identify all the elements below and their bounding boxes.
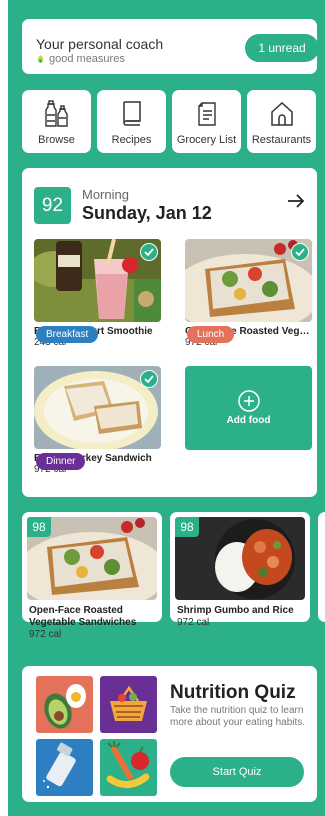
- recommendation-card[interactable]: 98 Open-Face Roasted Vegetable Sandwiche…: [22, 512, 162, 640]
- logged-check-icon: [291, 243, 309, 261]
- start-quiz-button[interactable]: Start Quiz: [170, 757, 304, 787]
- nav-browse[interactable]: Browse: [22, 90, 91, 153]
- nav-label-restaurants: Restaurants: [251, 134, 312, 146]
- meal-tile-dinner[interactable]: Dinner Brian's Turkey Sandwich 972 cal: [34, 366, 161, 475]
- recipe-name: Open-Face Roasted Vegetable Sandwiches: [29, 605, 137, 628]
- nav-label-browse: Browse: [38, 134, 75, 146]
- meal-time: Morning: [82, 187, 129, 202]
- quiz-description: Take the nutrition quiz to learn more ab…: [170, 705, 306, 728]
- plus-circle-icon: [237, 390, 260, 412]
- app-screen: Your personal coach good measures 1 unre…: [8, 0, 325, 816]
- quiz-title: Nutrition Quiz: [170, 682, 296, 703]
- day-card: 92 Morning Sunday, Jan 12 Breakfast Smoo…: [22, 168, 317, 497]
- meal-tile-lunch[interactable]: Lunch Open-Face Roasted Vege… 972 cal: [185, 239, 312, 348]
- recipe-name: Shrimp Gumbo and Rice: [177, 605, 294, 616]
- add-food-button[interactable]: Add food: [185, 366, 312, 450]
- nav-recipes[interactable]: Recipes: [97, 90, 166, 153]
- brand-name: good measures: [49, 53, 125, 65]
- recipe-calories: 972 cal: [177, 617, 210, 628]
- recipe-calories: 972 cal: [29, 629, 62, 640]
- coach-card[interactable]: Your personal coach good measures 1 unre…: [22, 19, 319, 74]
- unread-button[interactable]: 1 unread: [245, 34, 319, 62]
- list-icon: [197, 102, 216, 126]
- basket-icon: [100, 676, 157, 733]
- recipe-score: 98: [27, 517, 51, 537]
- logged-check-icon: [140, 243, 158, 261]
- day-score: 92: [34, 187, 71, 224]
- book-icon: [122, 101, 141, 126]
- recipe-score: 98: [175, 517, 199, 537]
- meal-tag-breakfast: Breakfast: [36, 326, 99, 343]
- good-measures-logo-icon: [37, 55, 44, 63]
- recommendation-card[interactable]: 98 Shrimp Gumbo and Rice 972 cal: [170, 512, 310, 628]
- recommendation-card-peek[interactable]: [318, 512, 325, 622]
- coach-title: Your personal coach: [36, 36, 164, 52]
- meal-tag-lunch: Lunch: [187, 326, 235, 343]
- logged-check-icon: [140, 370, 158, 388]
- house-icon: [270, 101, 293, 126]
- salt-shaker-icon: [36, 739, 93, 796]
- nav-label-recipes: Recipes: [111, 134, 152, 146]
- nav-grocery-list[interactable]: Grocery List: [172, 90, 241, 153]
- bottles-icon: [44, 100, 68, 127]
- meal-tag-dinner: Dinner: [36, 453, 86, 470]
- date-title: Sunday, Jan 12: [82, 203, 212, 223]
- nutrition-quiz-card: Nutrition Quiz Take the nutrition quiz t…: [22, 666, 317, 802]
- brand: good measures: [36, 53, 125, 65]
- meal-tile-breakfast[interactable]: Breakfast Banana Yogurt Smoothie 243 cal: [34, 239, 161, 348]
- add-food-label: Add food: [226, 415, 271, 426]
- nav-restaurants[interactable]: Restaurants: [247, 90, 316, 153]
- arrow-right-icon[interactable]: [286, 193, 306, 209]
- vegetables-icon: [100, 739, 157, 796]
- avocado-egg-icon: [36, 676, 93, 733]
- nav-label-grocery-list: Grocery List: [176, 134, 237, 146]
